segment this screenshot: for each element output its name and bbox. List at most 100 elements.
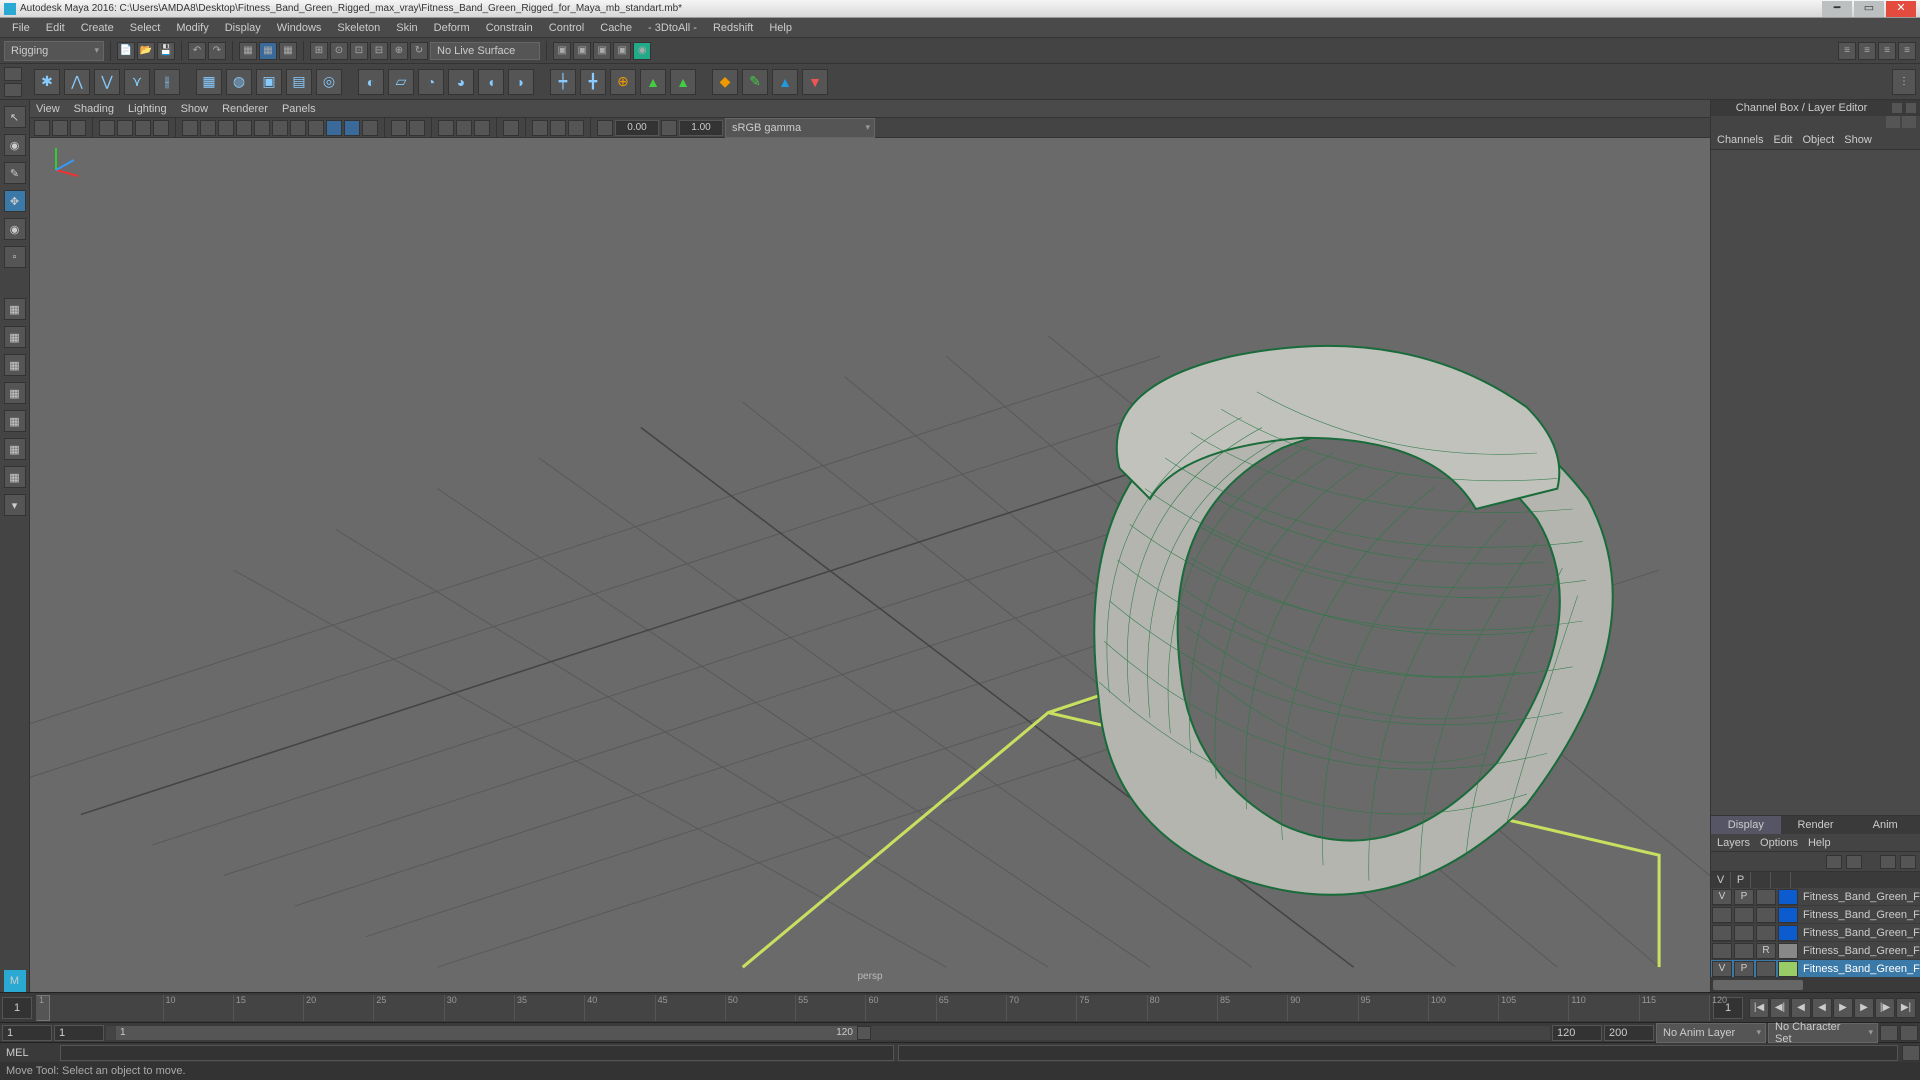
vp-lighting-icon[interactable] xyxy=(568,120,584,136)
undo-icon[interactable]: ↶ xyxy=(188,42,206,60)
vp-menu-lighting[interactable]: Lighting xyxy=(128,103,167,115)
vp-renderer-icon[interactable] xyxy=(532,120,548,136)
render-settings-icon[interactable]: ▣ xyxy=(593,42,611,60)
tab-show[interactable]: Show xyxy=(1844,134,1872,146)
menu-3dtoall[interactable]: - 3DtoAll - xyxy=(640,20,705,36)
scale-constraint-icon[interactable]: ▲ xyxy=(670,69,696,95)
wire-icon[interactable]: ◖ xyxy=(478,69,504,95)
panel-close-icon[interactable] xyxy=(1906,103,1916,113)
layer-reference-toggle[interactable] xyxy=(1756,961,1776,977)
menu-display[interactable]: Display xyxy=(217,20,269,36)
options-menu[interactable]: Options xyxy=(1760,837,1798,849)
mirror-joint-icon[interactable]: ⫲ xyxy=(154,69,180,95)
snap-point-icon[interactable]: ⊡ xyxy=(350,42,368,60)
cluster-icon[interactable]: ◐ xyxy=(358,69,384,95)
auto-key-icon[interactable] xyxy=(1880,1025,1898,1041)
rotate-tool-icon[interactable]: ◉ xyxy=(4,218,26,240)
layer-color-swatch[interactable] xyxy=(1778,889,1798,905)
range-start-field[interactable]: 1 xyxy=(54,1025,104,1041)
menu-redshift[interactable]: Redshift xyxy=(705,20,761,36)
vp-textured-icon[interactable] xyxy=(218,120,234,136)
layout-single-icon[interactable]: ▦ xyxy=(4,298,26,320)
layer-row[interactable]: RFitness_Band_Green_F xyxy=(1711,942,1920,960)
snap-view-icon[interactable]: ↻ xyxy=(410,42,428,60)
new-scene-icon[interactable]: 📄 xyxy=(117,42,135,60)
paint-select-icon[interactable]: ✎ xyxy=(4,162,26,184)
layout-four-icon[interactable]: ▦ xyxy=(4,326,26,348)
panel-toggle-3-icon[interactable]: ≡ xyxy=(1878,42,1896,60)
step-back-key-icon[interactable]: ◀| xyxy=(1770,998,1790,1018)
layer-playback-toggle[interactable]: P xyxy=(1734,889,1754,905)
layer-move-up-icon[interactable] xyxy=(1826,855,1842,869)
menu-select[interactable]: Select xyxy=(122,20,169,36)
tab-anim[interactable]: Anim xyxy=(1850,816,1920,834)
layer-color-swatch[interactable] xyxy=(1778,907,1798,923)
shelf-tab-toggle-icon[interactable] xyxy=(4,67,22,81)
range-bar[interactable]: 1 120 xyxy=(116,1026,857,1040)
script-editor-icon[interactable] xyxy=(1902,1045,1920,1061)
vp-menu-shading[interactable]: Shading xyxy=(74,103,114,115)
select-object-icon[interactable]: ▦ xyxy=(259,42,277,60)
insert-joint-icon[interactable]: ⋎ xyxy=(124,69,150,95)
move-tool-icon[interactable]: ✥ xyxy=(4,190,26,212)
menu-skin[interactable]: Skin xyxy=(388,20,425,36)
layout-two-icon[interactable]: ▦ xyxy=(4,354,26,376)
close-button[interactable]: ✕ xyxy=(1886,1,1916,17)
layout-hypershade-icon[interactable]: ▦ xyxy=(4,466,26,488)
layer-move-down-icon[interactable] xyxy=(1846,855,1862,869)
menu-file[interactable]: File xyxy=(4,20,38,36)
vp-gamma-icon[interactable] xyxy=(456,120,472,136)
layout-outliner-icon[interactable]: ▦ xyxy=(4,410,26,432)
shelf-options-icon[interactable]: ⋮ xyxy=(1892,69,1916,95)
layers-menu[interactable]: Layers xyxy=(1717,837,1750,849)
layer-visibility-toggle[interactable]: V xyxy=(1712,889,1732,905)
vp-aa-icon[interactable] xyxy=(362,120,378,136)
prefs-icon[interactable] xyxy=(1900,1025,1918,1041)
scale-tool-icon[interactable]: ▫ xyxy=(4,246,26,268)
orient-constraint-icon[interactable]: ⊕ xyxy=(610,69,636,95)
tab-channels[interactable]: Channels xyxy=(1717,134,1763,146)
layer-new-empty-icon[interactable] xyxy=(1880,855,1896,869)
hypershade-icon[interactable]: ◉ xyxy=(633,42,651,60)
render-icon[interactable]: ▣ xyxy=(553,42,571,60)
tab-object[interactable]: Object xyxy=(1802,134,1834,146)
set-key-icon[interactable]: ◆ xyxy=(712,69,738,95)
colorspace-dropdown[interactable]: sRGB gamma xyxy=(725,118,875,138)
vp-dof-icon[interactable] xyxy=(391,120,407,136)
viewport-persp[interactable]: persp xyxy=(30,138,1710,992)
time-start-field[interactable]: 1 xyxy=(2,997,32,1019)
layer-color-swatch[interactable] xyxy=(1778,943,1798,959)
lattice-icon[interactable]: ▱ xyxy=(388,69,414,95)
vp-quality-icon[interactable] xyxy=(550,120,566,136)
layer-row[interactable]: VPFitness_Band_Green_F xyxy=(1711,960,1920,978)
vp-exposure-icon[interactable] xyxy=(438,120,454,136)
layer-playback-toggle[interactable] xyxy=(1734,907,1754,923)
layer-playback-toggle[interactable] xyxy=(1734,943,1754,959)
vp-camera-icon[interactable] xyxy=(34,120,50,136)
vp-lights-icon[interactable] xyxy=(236,120,252,136)
time-slider[interactable]: 1 11015202530354045505560657075808590951… xyxy=(0,992,1920,1022)
vp-resolution-gate-icon[interactable] xyxy=(135,120,151,136)
range-track[interactable]: 1 120 xyxy=(106,1026,1550,1040)
parent-constraint-icon[interactable]: ┿ xyxy=(550,69,576,95)
snap-curve-icon[interactable]: ⊙ xyxy=(330,42,348,60)
detach-skin-icon[interactable]: ◍ xyxy=(226,69,252,95)
anim-layer-dropdown[interactable]: No Anim Layer xyxy=(1656,1023,1766,1043)
dope-sheet-icon[interactable]: ▲ xyxy=(772,69,798,95)
live-surface-label[interactable]: No Live Surface xyxy=(430,42,540,60)
vp-menu-show[interactable]: Show xyxy=(181,103,209,115)
step-back-icon[interactable]: ◀ xyxy=(1791,998,1811,1018)
paint-weights-icon[interactable]: ▣ xyxy=(256,69,282,95)
vp-gate-mask-icon[interactable] xyxy=(153,120,169,136)
redo-icon[interactable]: ↷ xyxy=(208,42,226,60)
vp-xray-icon[interactable] xyxy=(290,120,306,136)
joint-tool-icon[interactable]: ✱ xyxy=(34,69,60,95)
menu-control[interactable]: Control xyxy=(541,20,592,36)
step-forward-key-icon[interactable]: |▶ xyxy=(1875,998,1895,1018)
vp-menu-panels[interactable]: Panels xyxy=(282,103,316,115)
layer-new-selected-icon[interactable] xyxy=(1900,855,1916,869)
channel-icon-1[interactable] xyxy=(1886,116,1900,128)
channel-icon-2[interactable] xyxy=(1902,116,1916,128)
graph-editor-icon[interactable]: ✎ xyxy=(742,69,768,95)
mirror-weights-icon[interactable]: ▤ xyxy=(286,69,312,95)
